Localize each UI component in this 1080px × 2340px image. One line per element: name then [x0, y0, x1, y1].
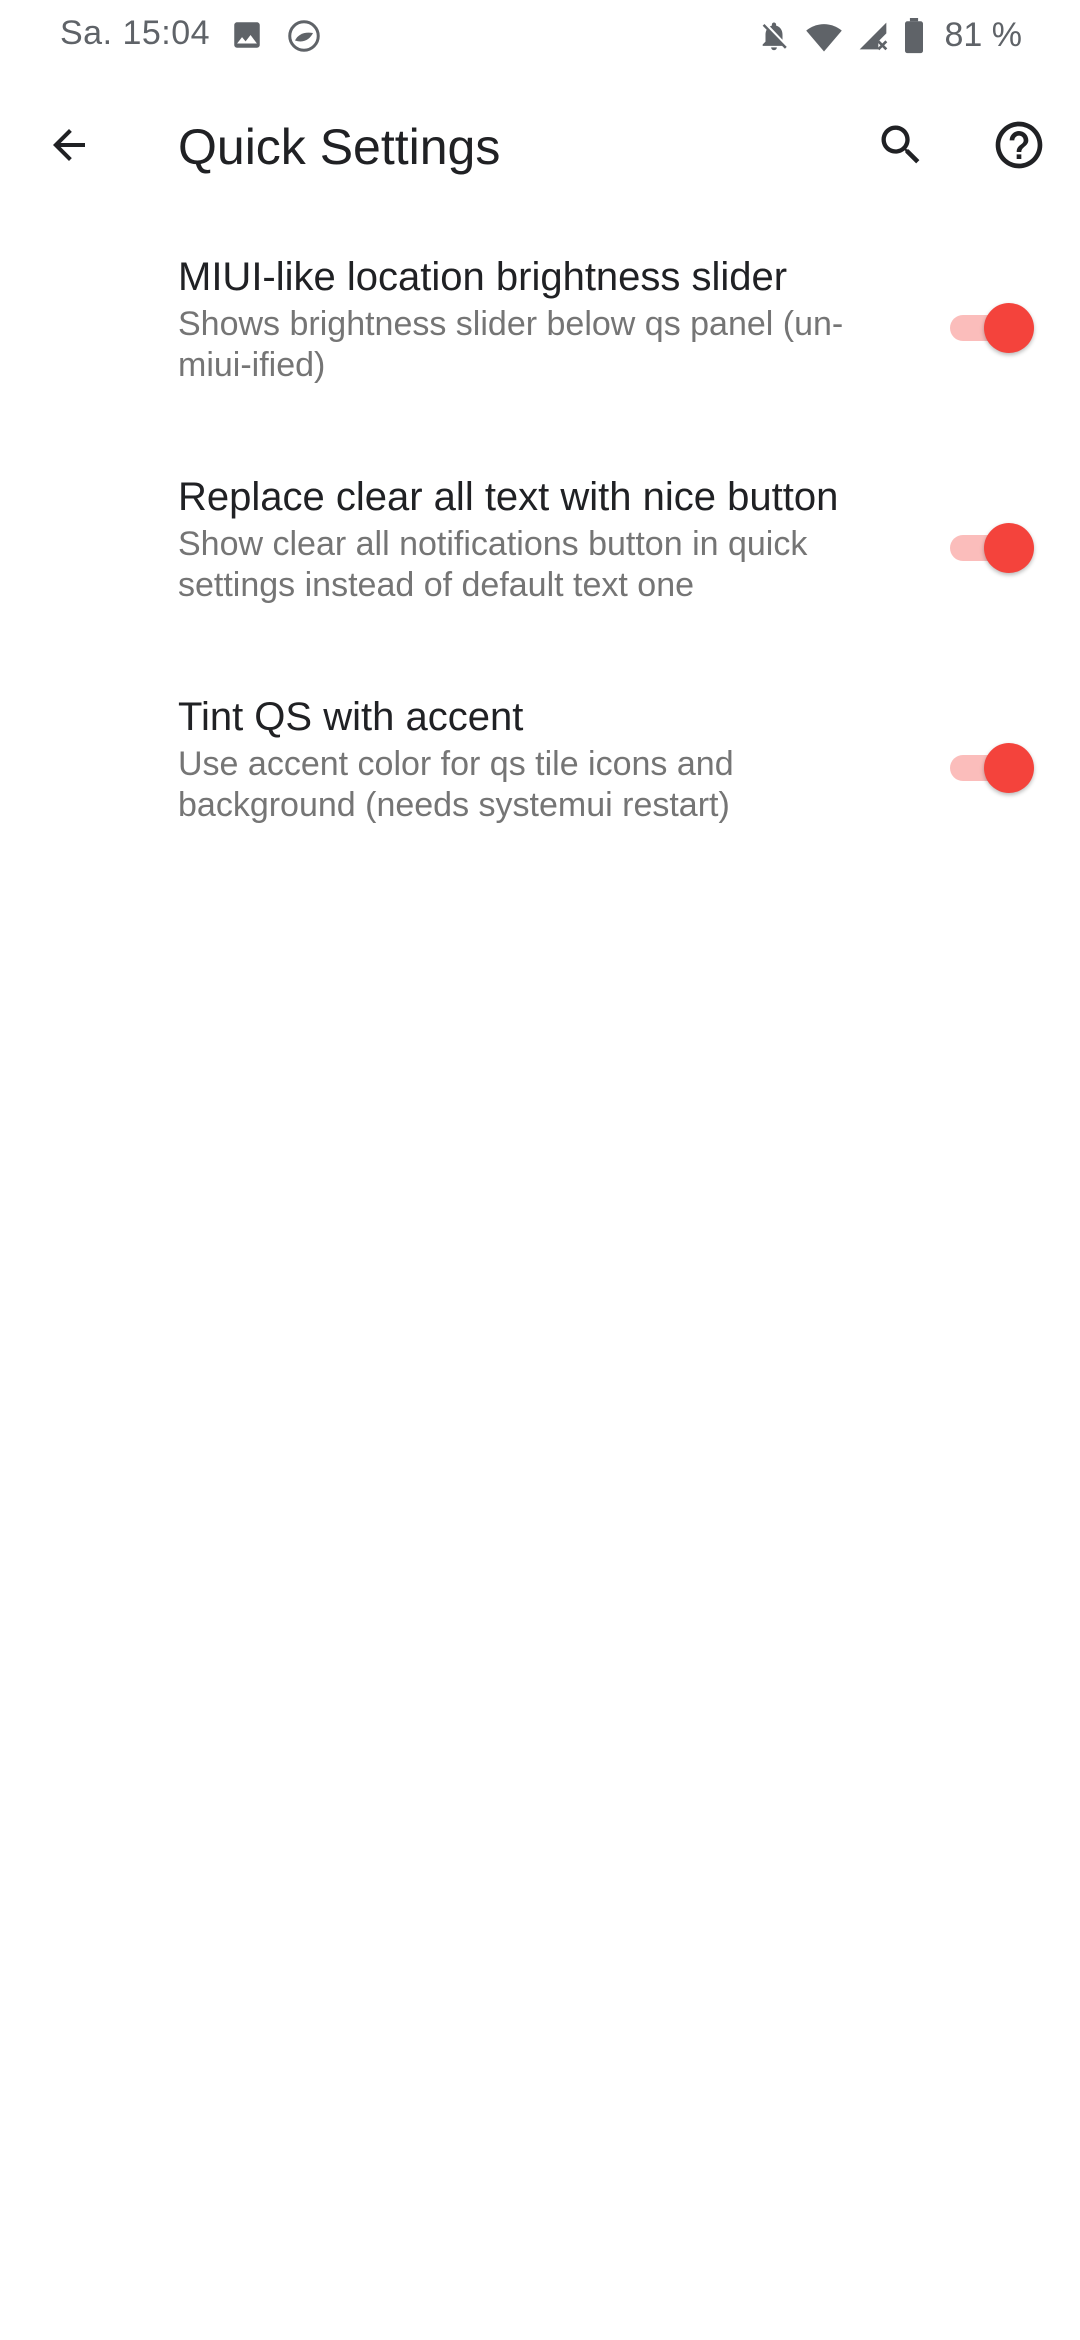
help-icon: [991, 117, 1047, 178]
back-button[interactable]: [34, 112, 104, 182]
battery-percent: 81 %: [944, 16, 1023, 54]
arrow-back-icon: [45, 121, 93, 174]
help-button[interactable]: [984, 112, 1054, 182]
setting-text: MIUI-like location brightness slider Sho…: [178, 252, 878, 386]
setting-title: Replace clear all text with nice button: [178, 475, 839, 519]
toggle-switch[interactable]: [946, 740, 1036, 796]
image-icon: [230, 18, 264, 54]
app-bar: Quick Settings: [0, 90, 1080, 200]
wifi-icon: [805, 19, 843, 53]
settings-list: MIUI-like location brightness slider Sho…: [0, 238, 1080, 898]
battery-icon: [903, 17, 925, 54]
setting-text: Replace clear all text with nice button …: [178, 472, 878, 606]
status-time: Sa. 15:04: [60, 14, 211, 52]
status-left-icons: [230, 18, 322, 54]
toggle-switch[interactable]: [946, 520, 1036, 576]
setting-title: Tint QS with accent: [178, 695, 524, 739]
app-notification-icon: [286, 18, 322, 54]
setting-summary: Show clear all notifications button in q…: [178, 525, 808, 604]
setting-row-clear-all-button[interactable]: Replace clear all text with nice button …: [0, 458, 1080, 678]
status-right-icons: 81 %: [757, 16, 1023, 55]
status-bar: Sa. 15:04 81 %: [0, 0, 1080, 72]
toggle-thumb: [984, 523, 1034, 573]
setting-summary: Use accent color for qs tile icons and b…: [178, 745, 734, 824]
page-title: Quick Settings: [178, 119, 501, 175]
setting-summary: Shows brightness slider below qs panel (…: [178, 305, 844, 384]
setting-title: MIUI-like location brightness slider: [178, 255, 788, 299]
toggle-thumb: [984, 303, 1034, 353]
setting-text: Tint QS with accent Use accent color for…: [178, 692, 878, 826]
notifications-off-icon: [757, 19, 791, 53]
toggle-switch[interactable]: [946, 300, 1036, 356]
setting-row-brightness-slider[interactable]: MIUI-like location brightness slider Sho…: [0, 238, 1080, 458]
signal-icon: [857, 19, 889, 53]
setting-row-tint-qs-accent[interactable]: Tint QS with accent Use accent color for…: [0, 678, 1080, 898]
toggle-thumb: [984, 743, 1034, 793]
search-icon: [875, 119, 927, 176]
search-button[interactable]: [866, 112, 936, 182]
